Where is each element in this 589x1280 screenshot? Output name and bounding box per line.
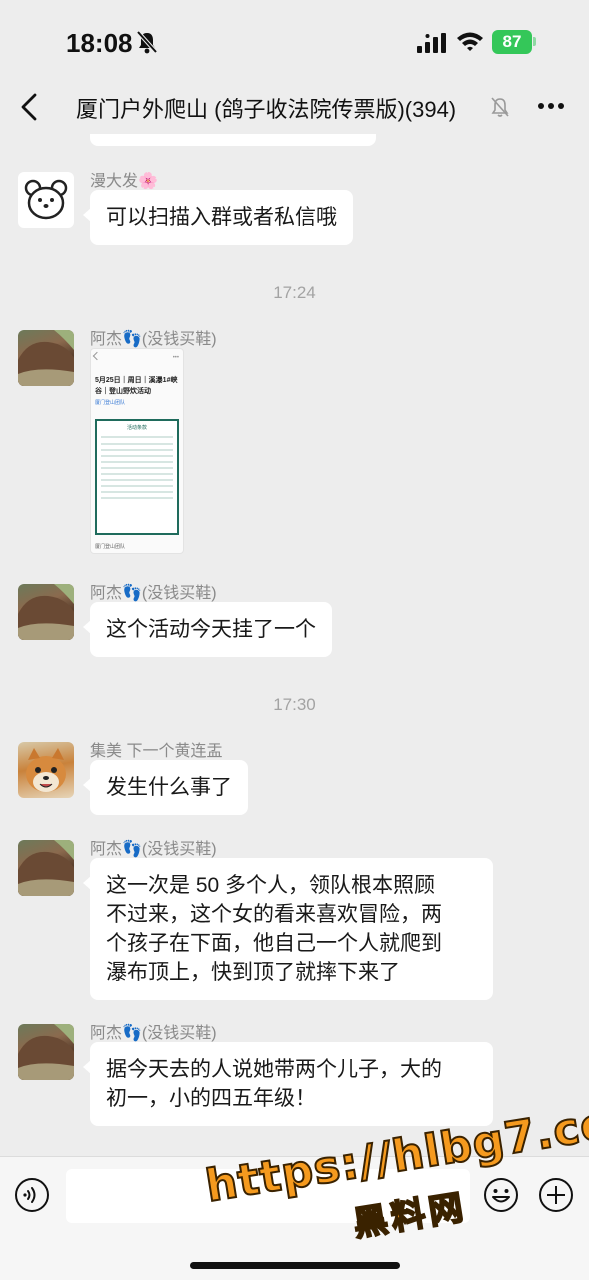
battery-tip [533, 37, 536, 46]
status-time: 18:08 [66, 28, 133, 58]
back-icon[interactable] [18, 92, 42, 122]
status-bar: 18:08 87 [0, 0, 589, 80]
message-text: 可以扫描入群或者私信哦 [106, 206, 337, 229]
thumb-more-icon: ••• [172, 355, 179, 361]
mute-icon [491, 97, 509, 117]
rock-landscape-avatar-icon [18, 330, 74, 386]
battery-icon: 87 [492, 30, 532, 54]
previous-message-bubble [90, 134, 376, 146]
timestamp: 17:30 [273, 695, 316, 714]
battery-level: 87 [502, 32, 522, 51]
avatar[interactable] [18, 172, 74, 228]
thumb-org: 厦门登山团队 [95, 400, 126, 406]
sender-name: 集美 下一个黄连盂 [90, 743, 223, 760]
rock-landscape-avatar-icon [18, 1024, 74, 1080]
message-text: 发生什么事了 [106, 776, 232, 799]
plus-icon[interactable] [538, 1177, 574, 1213]
bell-slash-icon [136, 30, 158, 54]
thumb-terms-box: 活动条款 [95, 419, 179, 535]
avatar[interactable] [18, 840, 74, 896]
message-bubble[interactable]: 据今天去的人说她带两个儿子，大的 初一，小的四五年级！ [83, 1042, 493, 1126]
thumb-footer: 厦门登山团队 [95, 544, 126, 550]
message-line: 这一次是 50 多个人，领队根本照顾 [106, 874, 436, 897]
emoji-icon[interactable] [483, 1177, 519, 1213]
thumb-back-icon [92, 351, 102, 361]
avatar[interactable] [18, 330, 74, 386]
timestamp: 17:24 [273, 283, 316, 302]
message-text: 这个活动今天挂了一个 [106, 618, 316, 641]
sender-name: 阿杰👣(没钱买鞋) [90, 841, 217, 858]
sender-name: 阿杰👣(没钱买鞋) [90, 1025, 217, 1042]
voice-icon[interactable] [14, 1177, 50, 1213]
avatar[interactable] [18, 1024, 74, 1080]
message-input[interactable] [66, 1169, 470, 1223]
chat-title: 厦门户外爬山 (鸽子收法院传票版)(394) [76, 97, 457, 122]
sender-name: 阿杰👣(没钱买鞋) [90, 585, 217, 602]
avatar[interactable] [18, 742, 74, 798]
message-bubble[interactable]: 这一次是 50 多个人，领队根本照顾 不过来，这个女的看来喜欢冒险，两 个孩子在… [83, 858, 493, 1000]
thumb-headline: 5月25日｜周日｜溪瀑1#峡谷｜登山野炊活动 [95, 377, 178, 395]
message-line: 个孩子在下面，他自己一个人就爬到 [106, 932, 442, 955]
message-line: 据今天去的人说她带两个儿子，大的 [106, 1058, 442, 1081]
more-icon[interactable] [536, 94, 566, 118]
wifi-icon [457, 32, 483, 51]
message-bubble[interactable]: 发生什么事了 [83, 760, 248, 815]
bear-avatar-icon [24, 179, 68, 220]
dog-avatar-icon [26, 748, 66, 792]
chat-header: 厦门户外爬山 (鸽子收法院传票版)(394) [0, 80, 589, 134]
image-message[interactable]: ••• 5月25日｜周日｜溪瀑1#峡谷｜登山野炊活动 厦门登山团队 活动条款 厦… [90, 348, 184, 554]
sender-name: 阿杰👣(没钱买鞋) [90, 331, 217, 348]
sender-name: 漫大发🌸 [90, 173, 158, 190]
message-bubble[interactable]: 可以扫描入群或者私信哦 [83, 190, 353, 245]
message-line: 初一，小的四五年级！ [106, 1087, 316, 1110]
message-line: 瀑布顶上，快到顶了就摔下来了 [106, 961, 400, 984]
thumb-section: 活动条款 [126, 425, 147, 431]
rock-landscape-avatar-icon [18, 584, 74, 640]
cellular-signal-icon [417, 33, 446, 53]
message-bubble[interactable]: 这个活动今天挂了一个 [83, 602, 332, 657]
message-list[interactable]: 漫大发🌸 可以扫描入群或者私信哦 17:24 阿杰👣(没钱买鞋) ••• 5月2… [0, 134, 589, 1156]
avatar[interactable] [18, 584, 74, 640]
rock-landscape-avatar-icon [18, 840, 74, 896]
home-indicator[interactable] [190, 1262, 400, 1269]
message-line: 不过来，这个女的看来喜欢冒险，两 [106, 903, 442, 926]
